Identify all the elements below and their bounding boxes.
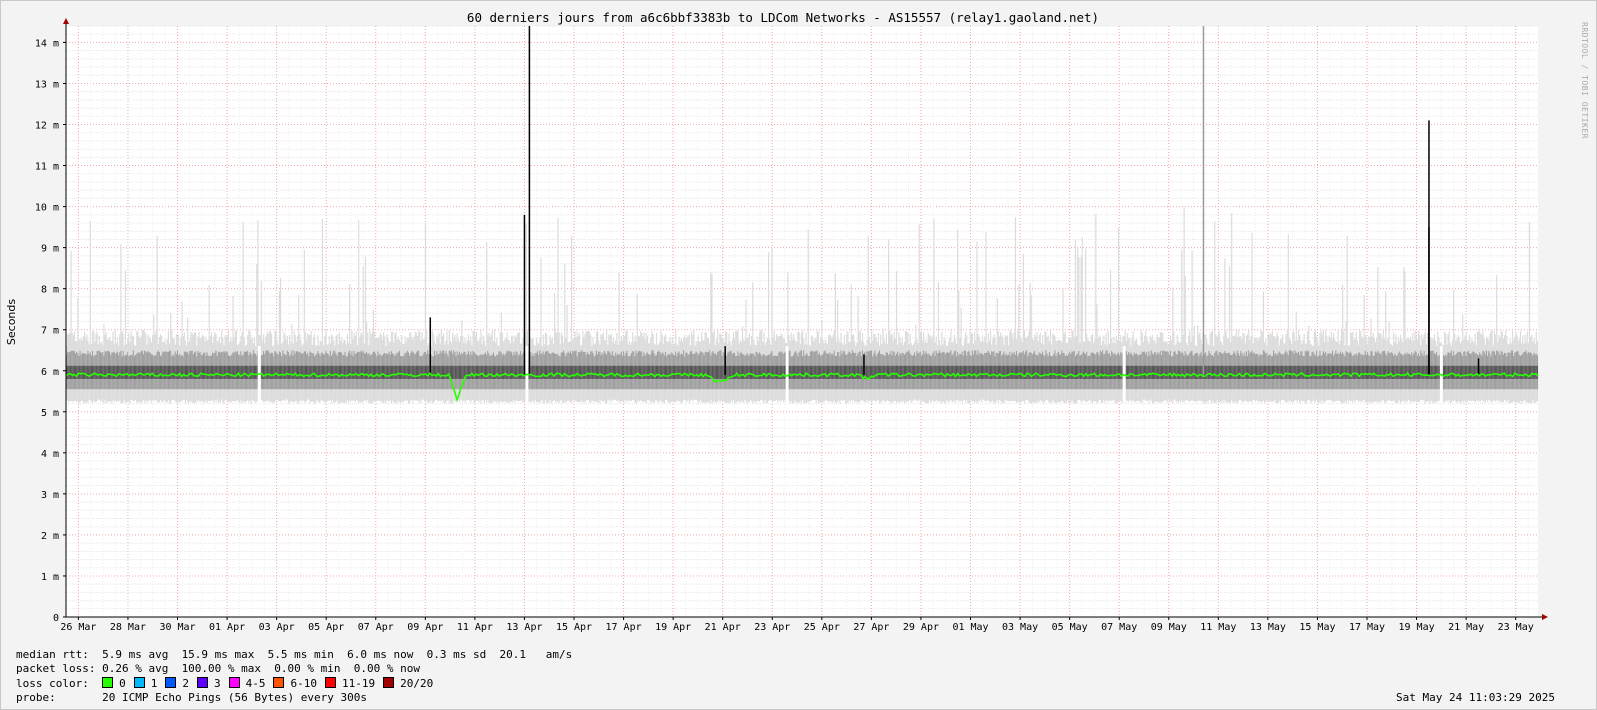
y-tick-label: 11 m xyxy=(35,162,59,173)
x-axis-arrow xyxy=(1542,614,1548,620)
y-tick-label: 10 m xyxy=(35,203,59,214)
loss-color-swatch xyxy=(228,676,240,688)
loss-color-text: 0 xyxy=(119,676,126,690)
y-tick-label: 2 m xyxy=(41,531,59,542)
x-tick-label: 29 Apr xyxy=(903,622,939,633)
loss-color-swatch xyxy=(102,676,114,688)
x-tick-label: 19 Apr xyxy=(655,622,691,633)
y-axis-ticks: 0 1 m 2 m 3 m 4 m 5 m 6 m 7 m 8 m 9 m 10 m 11 m 12 m… xyxy=(35,38,66,624)
x-tick-label: 03 Apr xyxy=(259,622,295,633)
x-tick-label: 07 Apr xyxy=(358,622,394,633)
loss-color-item: 6-10 xyxy=(273,676,317,690)
loss-color-text: 1 xyxy=(150,676,158,690)
x-tick-label: 17 May xyxy=(1349,622,1385,633)
loss-color-swatch xyxy=(196,676,208,688)
generated-timestamp: Sat May 24 11:03:29 2025 xyxy=(1396,691,1555,704)
loss-color-text: 3 xyxy=(213,676,221,690)
loss-color-text: 4-5 xyxy=(245,676,266,690)
packet-loss-stats: packet loss: 0.26 % avg 100.00 % max 0.0… xyxy=(16,662,420,676)
x-tick-label: 17 Apr xyxy=(606,622,642,633)
y-tick-label: 14 m xyxy=(35,38,59,49)
loss-color-swatch xyxy=(165,676,177,688)
y-tick-label: 5 m xyxy=(41,408,59,419)
loss-color-swatch xyxy=(383,676,395,688)
x-tick-label: 01 Apr xyxy=(209,622,245,633)
x-tick-label: 09 May xyxy=(1151,622,1187,633)
y-axis-label: Seconds xyxy=(5,299,18,345)
x-tick-label: 27 Apr xyxy=(853,622,889,633)
y-tick-label: 0 xyxy=(53,613,59,624)
loss-color-item: 0 xyxy=(102,676,126,690)
y-tick-label: 12 m xyxy=(35,121,59,132)
loss-color-item: 3 xyxy=(196,676,221,690)
x-tick-label: 23 May xyxy=(1498,622,1534,633)
x-tick-label: 11 Apr xyxy=(457,622,493,633)
x-tick-label: 30 Mar xyxy=(159,622,195,633)
loss-color-item: 20/20 xyxy=(383,676,434,690)
x-tick-label: 23 Apr xyxy=(754,622,790,633)
loss-color-swatch xyxy=(273,676,285,688)
rrdtool-watermark: RRDTOOL / TOBI OETIKER xyxy=(1580,22,1589,139)
latency-chart: 0 1 m 2 m 3 m 4 m 5 m 6 m 7 m 8 m 9 m 10 m 11 m 12 m… xyxy=(5,10,1548,633)
x-tick-label: 13 Apr xyxy=(506,622,542,633)
y-axis-arrow xyxy=(63,18,69,24)
x-tick-label: 13 May xyxy=(1250,622,1286,633)
loss-color-text: 20/20 xyxy=(400,676,434,690)
loss-color-text: 2 xyxy=(182,676,189,690)
y-tick-label: 3 m xyxy=(41,490,59,501)
x-tick-label: 19 May xyxy=(1399,622,1435,633)
loss-color-item: 2 xyxy=(165,676,189,690)
loss-color-swatch xyxy=(133,676,145,688)
loss-color-item: 1 xyxy=(133,676,158,690)
y-tick-label: 6 m xyxy=(41,367,59,378)
loss-color-swatch xyxy=(324,676,336,688)
loss-color-text: 6-10 xyxy=(290,676,317,690)
x-tick-label: 21 May xyxy=(1448,622,1484,633)
x-tick-label: 09 Apr xyxy=(407,622,443,633)
loss-color-text: 11-19 xyxy=(341,676,376,690)
x-tick-label: 26 Mar xyxy=(60,622,96,633)
x-tick-label: 15 May xyxy=(1299,622,1335,633)
y-tick-label: 7 m xyxy=(41,326,59,337)
loss-color-label: loss color: xyxy=(16,676,89,690)
probe-info: probe: 20 ICMP Echo Pings (56 Bytes) eve… xyxy=(16,690,367,704)
median-rtt-stats: median rtt: 5.9 ms avg 15.9 ms max 5.5 m… xyxy=(16,648,573,661)
x-tick-label: 25 Apr xyxy=(804,622,840,633)
loss-color-item: 11-19 xyxy=(324,676,376,690)
x-tick-label: 01 May xyxy=(952,622,988,633)
x-tick-label: 28 Mar xyxy=(110,622,146,633)
y-tick-label: 8 m xyxy=(41,285,59,296)
y-tick-label: 1 m xyxy=(41,572,59,583)
loss-color-item: 4-5 xyxy=(228,676,266,690)
y-tick-label: 13 m xyxy=(35,79,59,90)
x-tick-label: 11 May xyxy=(1200,622,1236,633)
y-tick-label: 9 m xyxy=(41,244,59,255)
x-tick-label: 07 May xyxy=(1101,622,1137,633)
x-axis-ticks: 26 Mar 28 Mar 30 Mar 01 Apr 03 Apr 05 Apr 07 A… xyxy=(60,617,1534,633)
loss-color-legend: loss color: 0 1 2 3 4-5 6-10 11-19 20/20 xyxy=(16,676,572,691)
stats-legend: median rtt: 5.9 ms avg 15.9 ms max 5.5 m… xyxy=(16,648,572,705)
x-tick-label: 05 Apr xyxy=(308,622,344,633)
x-tick-label: 03 May xyxy=(1002,622,1038,633)
x-tick-label: 15 Apr xyxy=(556,622,592,633)
y-tick-label: 4 m xyxy=(41,449,59,460)
x-tick-label: 05 May xyxy=(1052,622,1088,633)
chart-title: 60 derniers jours from a6c6bbf3383b to L… xyxy=(467,10,1099,25)
x-tick-label: 21 Apr xyxy=(705,622,741,633)
